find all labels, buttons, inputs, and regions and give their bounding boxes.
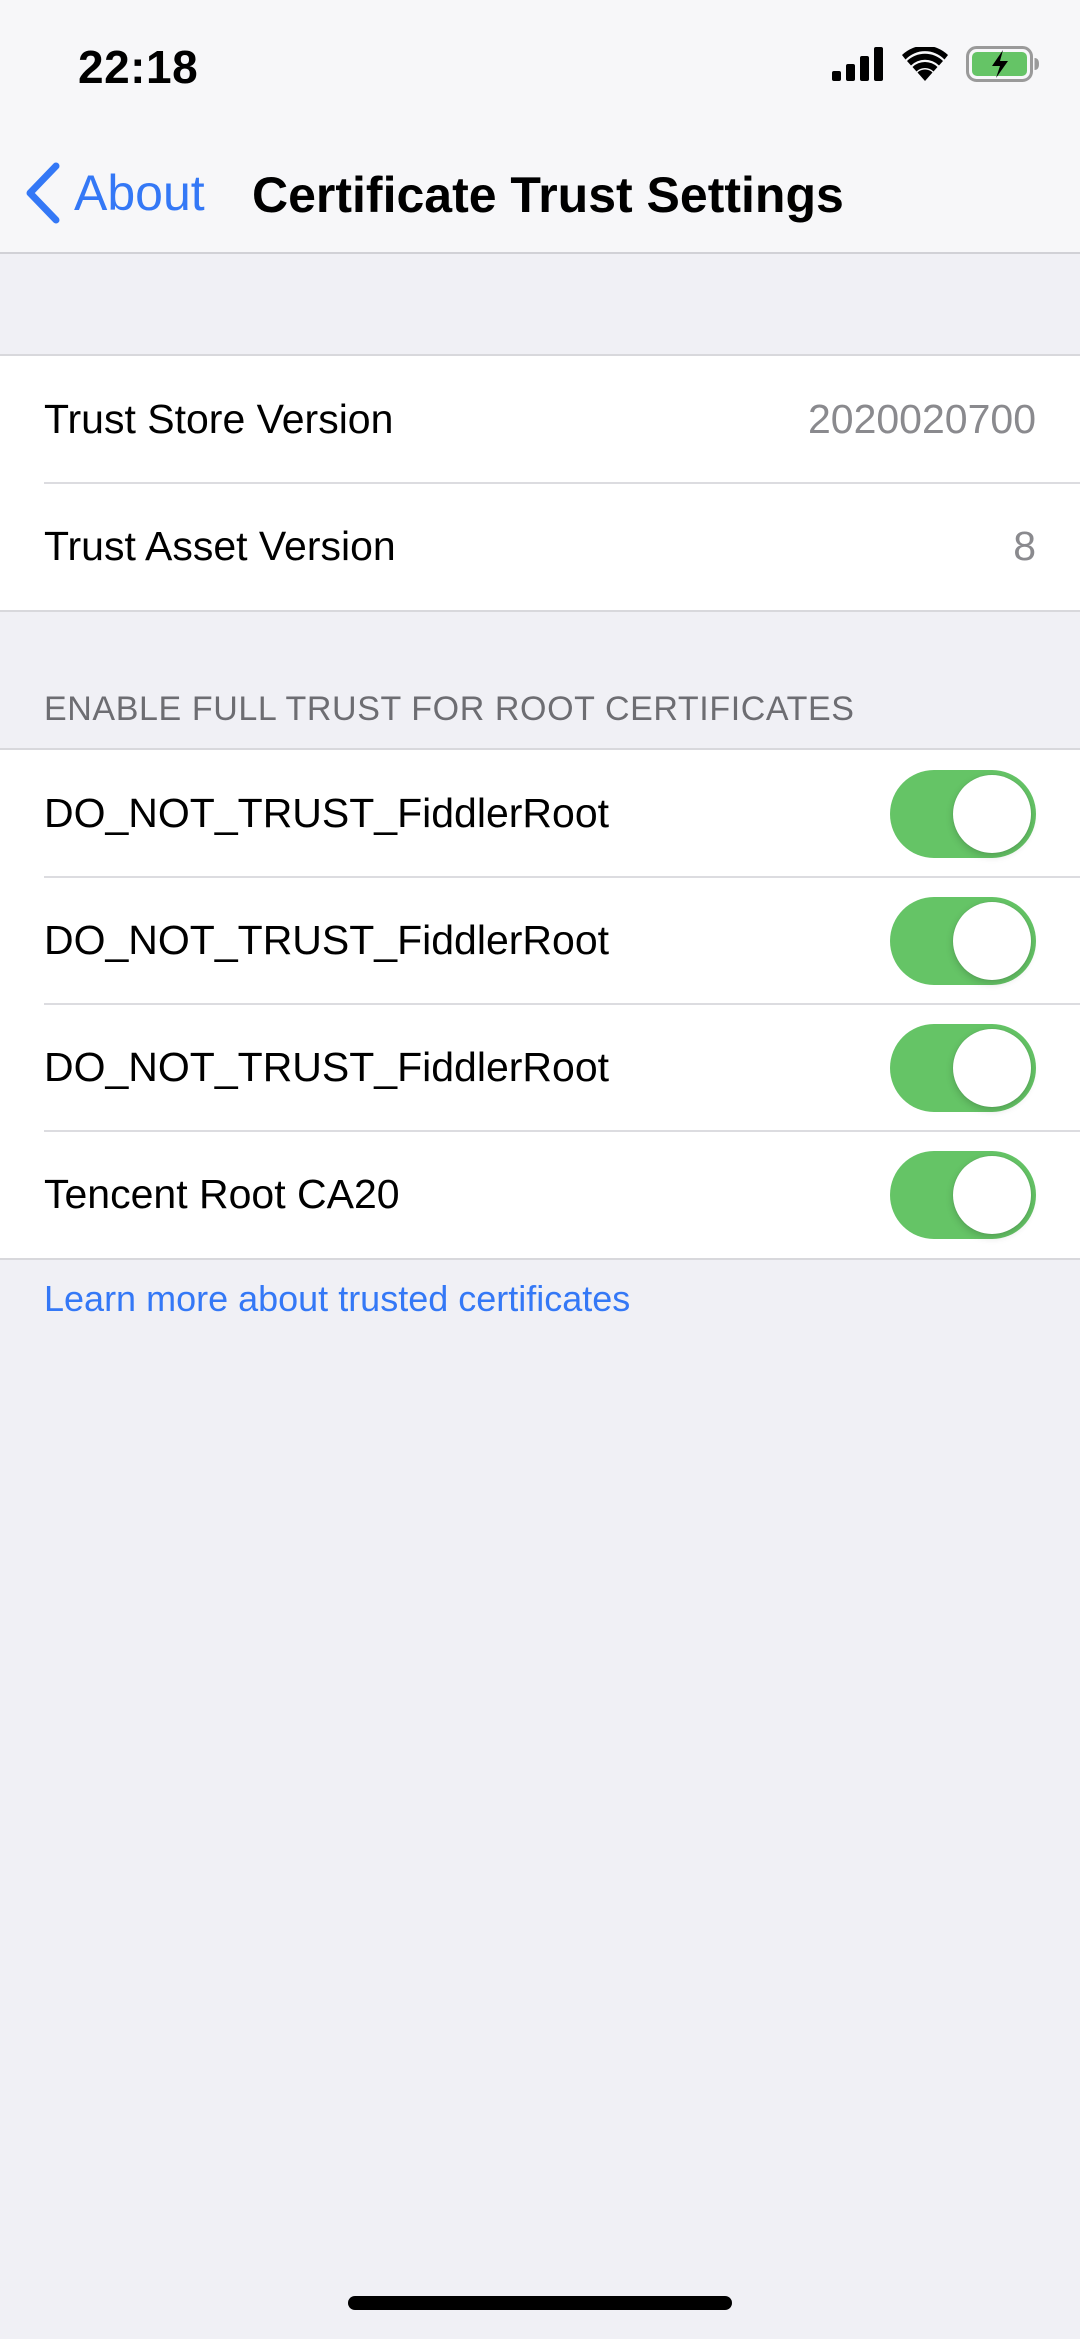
certificate-name: Tencent Root CA20: [44, 1171, 400, 1217]
chevron-left-icon: [22, 162, 62, 224]
certificate-row: DO_NOT_TRUST_FiddlerRoot: [0, 750, 1080, 877]
battery-charging-icon: [966, 45, 1040, 87]
status-bar: 22:18: [0, 0, 1080, 132]
trust-store-version-value: 2020020700: [807, 396, 1036, 442]
learn-more-link[interactable]: Learn more about trusted certificates: [44, 1278, 630, 1320]
status-time: 22:18: [78, 41, 199, 93]
trust-toggle[interactable]: [890, 1023, 1036, 1112]
page-title: Certificate Trust Settings: [252, 167, 844, 223]
certificate-name: DO_NOT_TRUST_FiddlerRoot: [44, 1044, 610, 1090]
certificate-row: Tencent Root CA20: [0, 1130, 1080, 1258]
certificate-name: DO_NOT_TRUST_FiddlerRoot: [44, 917, 610, 963]
certificate-row: DO_NOT_TRUST_FiddlerRoot: [0, 1003, 1080, 1131]
trust-asset-version-value: 8: [1013, 523, 1036, 569]
back-label: About: [74, 165, 205, 221]
toggle-knob: [953, 1028, 1031, 1107]
navigation-bar: About Certificate Trust Settings: [0, 132, 1080, 254]
toggle-knob: [953, 1155, 1031, 1234]
trust-asset-version-row: Trust Asset Version 8: [0, 482, 1080, 610]
cellular-signal-icon: [832, 46, 884, 86]
versions-group: Trust Store Version 2020020700 Trust Ass…: [0, 354, 1080, 612]
toggle-knob: [953, 901, 1031, 980]
trust-toggle[interactable]: [890, 896, 1036, 985]
toggle-knob: [953, 774, 1031, 853]
certificate-row: DO_NOT_TRUST_FiddlerRoot: [0, 876, 1080, 1004]
trust-asset-version-label: Trust Asset Version: [44, 523, 396, 569]
trust-toggle[interactable]: [890, 769, 1036, 858]
status-icons: [832, 45, 1040, 87]
certificates-group: DO_NOT_TRUST_FiddlerRoot DO_NOT_TRUST_Fi…: [0, 748, 1080, 1260]
trust-toggle[interactable]: [890, 1150, 1036, 1239]
certificates-section-header: ENABLE FULL TRUST FOR ROOT CERTIFICATES: [44, 690, 855, 728]
trust-store-version-row: Trust Store Version 2020020700: [0, 356, 1080, 483]
certificate-name: DO_NOT_TRUST_FiddlerRoot: [44, 790, 610, 836]
back-button[interactable]: About: [22, 158, 205, 228]
home-indicator[interactable]: [348, 2296, 732, 2310]
screen: 22:18 About Certificate Trust Settings T…: [0, 0, 1080, 2339]
trust-store-version-label: Trust Store Version: [44, 396, 394, 442]
wifi-icon: [902, 45, 948, 86]
